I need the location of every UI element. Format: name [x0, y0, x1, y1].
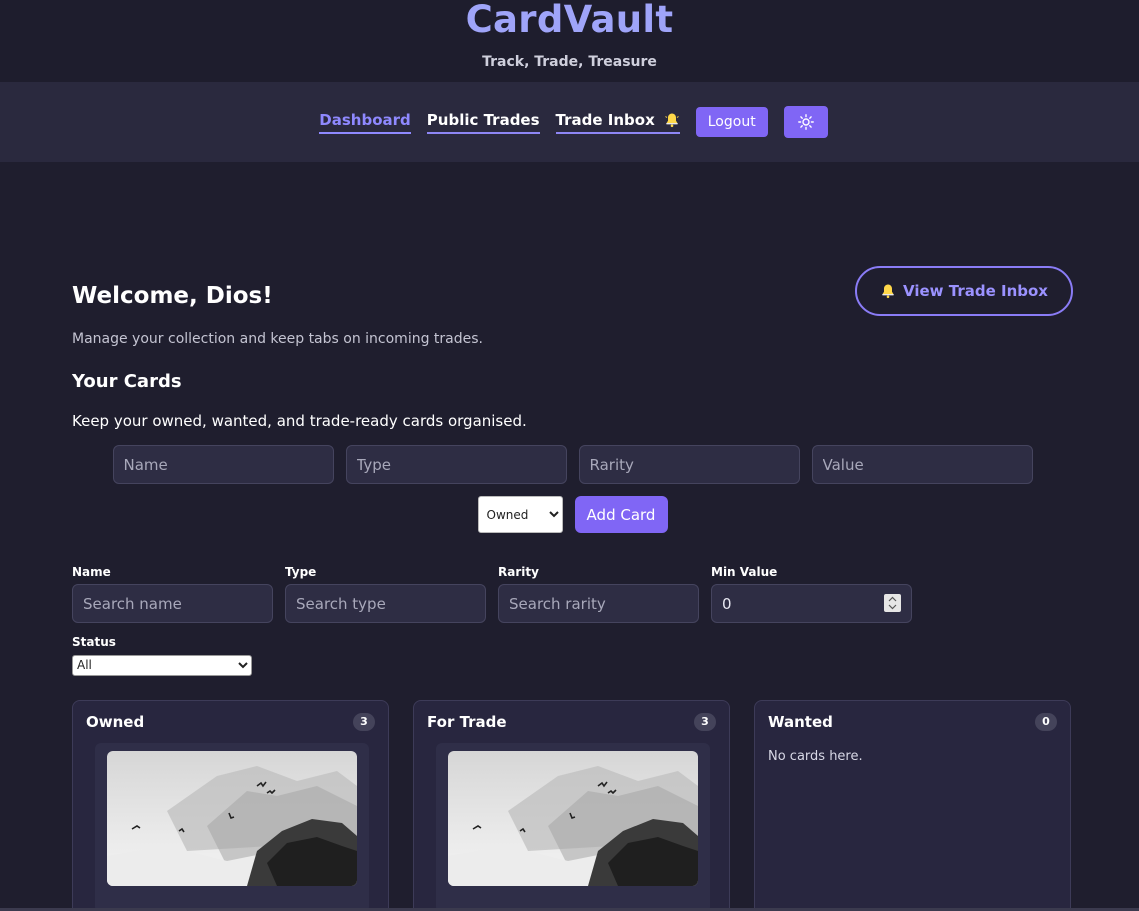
- nav-link-dashboard[interactable]: Dashboard: [319, 111, 411, 134]
- filter-name-input[interactable]: [72, 584, 273, 623]
- filter-min-value-input[interactable]: [711, 584, 912, 623]
- filter-type-field: Type: [285, 565, 486, 623]
- card-status-select[interactable]: Owned: [477, 496, 563, 533]
- filter-type-label: Type: [285, 565, 317, 579]
- filter-rarity-input[interactable]: [498, 584, 699, 623]
- welcome-subtitle: Manage your collection and keep tabs on …: [72, 331, 483, 347]
- column-for-trade: For Trade 3: [413, 699, 730, 911]
- welcome-row: Welcome, Dios! View Trade Inbox: [72, 266, 1073, 326]
- card-value-input[interactable]: [811, 445, 1033, 484]
- filter-name-label: Name: [72, 565, 111, 579]
- card-tile[interactable]: [95, 742, 369, 911]
- site-header: CardVault Track, Trade, Treasure: [0, 0, 1139, 82]
- page: CardVault Track, Trade, Treasure Dashboa…: [0, 0, 1139, 911]
- view-trade-inbox-button[interactable]: View Trade Inbox: [855, 266, 1073, 316]
- card-rarity-input[interactable]: [578, 445, 800, 484]
- theme-toggle-button[interactable]: [783, 106, 828, 138]
- brand-title: CardVault: [465, 0, 674, 41]
- logout-button[interactable]: Logout: [695, 107, 768, 137]
- your-cards-subtitle: Keep your owned, wanted, and trade-ready…: [72, 412, 527, 430]
- add-card-form: [72, 445, 1073, 484]
- dashboard-main: Welcome, Dios! View Trade Inbox Manage y…: [72, 266, 1073, 911]
- your-cards-title: Your Cards: [72, 371, 182, 392]
- filter-name-field: Name: [72, 565, 273, 623]
- column-owned: Owned 3: [72, 699, 389, 911]
- column-wanted: Wanted 0 No cards here.: [754, 699, 1071, 911]
- add-card-actions: Owned Add Card: [72, 496, 1073, 533]
- filter-type-input[interactable]: [285, 584, 486, 623]
- card-type-input[interactable]: [345, 445, 567, 484]
- bell-icon: [882, 284, 894, 299]
- card-columns: Owned 3 For Trade 3 Wanted 0 No cards he…: [72, 699, 1073, 911]
- filter-status-select[interactable]: All: [72, 654, 252, 676]
- spinner-arrows-icon: [888, 596, 897, 610]
- filter-rarity-label: Rarity: [498, 565, 539, 579]
- column-header: For Trade 3: [427, 712, 716, 731]
- filter-status-field: Status All: [72, 635, 1073, 676]
- min-value-wrapper: [711, 584, 912, 623]
- view-trade-inbox-label: View Trade Inbox: [903, 282, 1048, 300]
- empty-state-text: No cards here.: [768, 748, 863, 764]
- column-title: Wanted: [768, 712, 833, 731]
- number-spinner[interactable]: [884, 594, 901, 612]
- card-tile[interactable]: [436, 742, 710, 911]
- welcome-title: Welcome, Dios!: [72, 283, 273, 309]
- bell-icon: [664, 113, 679, 127]
- filter-row: Name Type Rarity Min Value: [72, 565, 1073, 623]
- column-title: Owned: [86, 712, 145, 731]
- nav-link-trade-inbox[interactable]: Trade Inbox: [555, 110, 680, 134]
- main-nav: Dashboard Public Trades Trade Inbox Logo…: [0, 82, 1139, 162]
- nav-link-public-trades[interactable]: Public Trades: [426, 111, 540, 134]
- card-name-input[interactable]: [112, 445, 334, 484]
- count-badge: 3: [694, 712, 716, 731]
- filter-rarity-field: Rarity: [498, 565, 699, 623]
- column-header: Wanted 0: [768, 712, 1057, 731]
- brand-tagline: Track, Trade, Treasure: [482, 54, 657, 70]
- nav-link-trade-inbox-label: Trade Inbox: [555, 110, 655, 129]
- filter-min-value-field: Min Value: [711, 565, 912, 623]
- add-card-button[interactable]: Add Card: [574, 496, 668, 533]
- card-image: [107, 750, 357, 886]
- card-image: [448, 750, 698, 886]
- count-badge: 0: [1035, 712, 1057, 731]
- sun-icon: [797, 114, 814, 130]
- column-title: For Trade: [427, 712, 507, 731]
- filter-status-label: Status: [72, 635, 116, 649]
- count-badge: 3: [353, 712, 375, 731]
- column-header: Owned 3: [86, 712, 375, 731]
- filter-min-value-label: Min Value: [711, 565, 778, 579]
